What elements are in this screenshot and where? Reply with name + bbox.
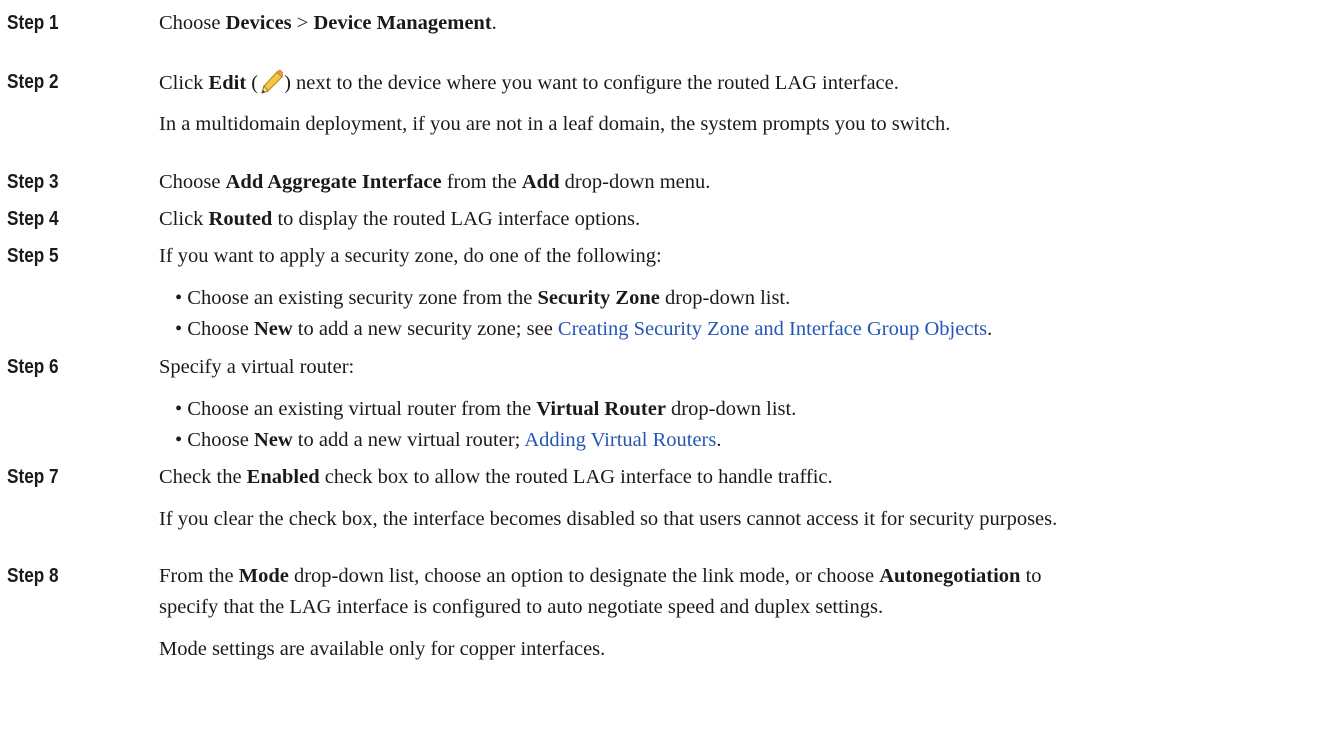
list-item: • Choose New to add a new security zone;… [175, 318, 993, 340]
creating-security-zone-link[interactable]: Creating Security Zone and Interface Gro… [558, 318, 987, 340]
step-instruction: If you want to apply a security zone, do… [159, 245, 662, 267]
step-instruction: Specify a virtual router: [159, 356, 355, 378]
step-instruction: Click Edit ( ) next to the device where … [159, 69, 899, 96]
step-label: Step 8 [7, 565, 59, 587]
step-label: Step 1 [7, 12, 59, 34]
pencil-icon [259, 69, 285, 95]
adding-virtual-routers-link[interactable]: Adding Virtual Routers [524, 429, 716, 451]
step-label: Step 6 [7, 356, 59, 378]
step-note: If you clear the check box, the interfac… [159, 508, 1058, 530]
step-label: Step 2 [7, 71, 59, 93]
step-instruction: From the Mode drop-down list, choose an … [159, 565, 1042, 587]
step-label: Step 4 [7, 208, 59, 230]
step-instruction: Choose Add Aggregate Interface from the … [159, 171, 711, 193]
step-note: Mode settings are available only for cop… [159, 638, 606, 660]
step-instruction: Click Routed to display the routed LAG i… [159, 208, 641, 230]
list-item: • Choose New to add a new virtual router… [175, 429, 722, 451]
list-item: • Choose an existing security zone from … [175, 287, 791, 309]
step-label: Step 3 [7, 171, 59, 193]
step-note: In a multidomain deployment, if you are … [159, 113, 951, 135]
step-instruction: Choose Devices > Device Management. [159, 12, 497, 34]
list-item: • Choose an existing virtual router from… [175, 398, 797, 420]
step-label: Step 5 [7, 245, 59, 267]
step-label: Step 7 [7, 466, 59, 488]
step-instruction: Check the Enabled check box to allow the… [159, 466, 833, 488]
step-instruction-continued: specify that the LAG interface is config… [159, 596, 884, 618]
